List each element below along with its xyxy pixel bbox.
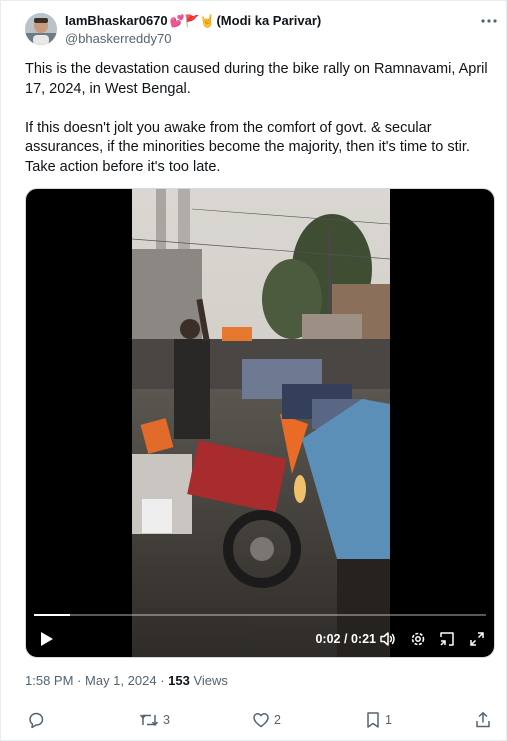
tweet-text: This is the devastation caused during th… (25, 60, 495, 177)
play-button[interactable] (38, 629, 56, 649)
like-count: 2 (274, 713, 281, 727)
share-button[interactable] (475, 711, 491, 729)
like-button[interactable]: 2 (252, 711, 281, 729)
retweet-button[interactable]: 3 (139, 711, 170, 729)
video-frame[interactable] (132, 189, 390, 657)
reply-icon (29, 712, 44, 729)
reply-button[interactable] (27, 711, 49, 729)
fullscreen-button[interactable] (468, 629, 486, 649)
video-progress[interactable] (34, 614, 486, 616)
tweet-paragraph-2: If this doesn't jolt you awake from the … (25, 119, 470, 175)
tweet-meta: 1:58 PM · May 1, 2024 · 153 Views (25, 673, 228, 688)
volume-icon (380, 632, 395, 646)
more-button[interactable] (479, 13, 499, 29)
video-duration: 0:21 (350, 632, 376, 646)
video-current-time: 0:02 (315, 632, 341, 646)
video-time: 0:02 / 0:21 (315, 632, 376, 646)
meta-separator: · (77, 673, 82, 688)
like-icon (253, 712, 269, 728)
video-player[interactable]: 0:02 / 0:21 (25, 188, 495, 658)
retweet-count: 3 (163, 713, 170, 727)
bookmark-count: 1 (385, 713, 392, 727)
bookmark-button[interactable]: 1 (365, 711, 392, 729)
play-icon (41, 632, 53, 646)
views-label: Views (193, 673, 228, 688)
tweet-time[interactable]: 1:58 PM (25, 673, 73, 688)
settings-button[interactable] (409, 629, 427, 649)
tweet-card: IamBhaskar0670 💕🚩🤘 (Modi ka Parivar) @bh… (0, 0, 507, 741)
pip-icon (440, 632, 454, 646)
tweet-date[interactable]: May 1, 2024 (85, 673, 157, 688)
share-icon (476, 712, 490, 728)
video-progress-fill (34, 614, 71, 616)
author-handle[interactable]: @bhaskerreddy70 (65, 31, 171, 46)
pip-button[interactable] (438, 629, 456, 649)
author-emoji: 💕🚩🤘 (169, 13, 215, 28)
author-name-row[interactable]: IamBhaskar0670 💕🚩🤘 (Modi ka Parivar) (65, 13, 321, 28)
bookmark-icon (367, 712, 379, 728)
action-bar: 3 2 1 (1, 709, 507, 735)
author-display-name[interactable]: IamBhaskar0670 (65, 13, 168, 28)
settings-icon (411, 632, 425, 646)
author-affiliation: (Modi ka Parivar) (216, 13, 322, 28)
retweet-icon (139, 714, 159, 727)
volume-button[interactable] (379, 629, 397, 649)
views-count: 153 (168, 673, 190, 688)
tweet-paragraph-1: This is the devastation caused during th… (25, 61, 488, 97)
video-time-separator: / (344, 632, 348, 646)
fullscreen-icon (470, 632, 484, 646)
more-icon (481, 19, 497, 23)
meta-separator-2: · (160, 673, 165, 688)
avatar[interactable] (25, 13, 57, 45)
